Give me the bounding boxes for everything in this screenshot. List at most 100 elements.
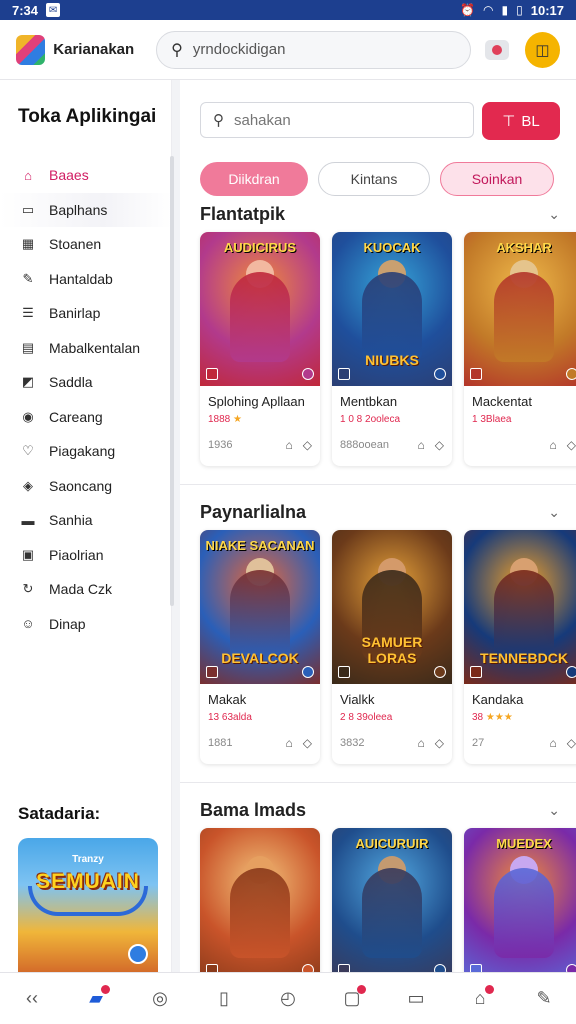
- app-card-rating: 1 0 8 2ooleca: [340, 414, 401, 425]
- app-card[interactable]: AKSHAR Mackentat 1 3Blaea ⌂ ◇: [464, 232, 576, 466]
- art-subtitle: DEVALCOK: [221, 650, 299, 666]
- section-header[interactable]: Paynarlialna ⌄: [200, 502, 560, 523]
- badge-icon: [566, 368, 576, 380]
- app-card-meta: 38 ★★★: [472, 712, 513, 723]
- app-card[interactable]: SAMUER LORAS Vialkk 2 8 39oleea 3832 ⌂ ◇: [332, 530, 452, 764]
- featured-label: Satadaria:: [18, 804, 101, 823]
- chevron-down-icon[interactable]: ⌄: [548, 206, 560, 223]
- edit-icon[interactable]: ✎: [512, 973, 576, 1024]
- app-logo[interactable]: [16, 34, 46, 65]
- chip-3[interactable]: Soinkan: [440, 162, 554, 196]
- sidebar-item[interactable]: ☰ Banirlap: [0, 296, 172, 331]
- app-header: Karianakan ⚲ ◫: [0, 20, 576, 80]
- sidebar-item[interactable]: ◈ Saoncang: [0, 469, 172, 504]
- share-icon[interactable]: ◇: [435, 438, 444, 452]
- sidebar-item[interactable]: ☺ Dinap: [0, 607, 172, 642]
- app-card-artwork: AKSHAR: [464, 232, 576, 386]
- chevron-down-icon[interactable]: ⌄: [548, 504, 560, 521]
- featured-card[interactable]: Tranzy SEMUAIN: [18, 838, 158, 972]
- chip-2[interactable]: Kintans: [318, 162, 430, 196]
- filter-chips: Diikdran Kintans Soinkan: [200, 162, 554, 196]
- share-icon[interactable]: ◇: [303, 736, 312, 750]
- download-icon[interactable]: ⌂: [418, 438, 425, 452]
- sidebar-item[interactable]: ⌂ Baaes: [0, 158, 172, 193]
- share-icon[interactable]: ◇: [303, 438, 312, 452]
- app-card-artwork: KUOCAK NIUBKS: [332, 232, 452, 386]
- art-character: [494, 570, 554, 660]
- app-section: Bama lmads ⌄ ⌂◇AUICURUIR ⌂◇MUEDEX ⌂◇: [180, 800, 576, 972]
- top-search-bar[interactable]: ⚲: [156, 30, 472, 69]
- compass-icon[interactable]: ◴: [256, 973, 320, 1024]
- badge-icon: [206, 964, 218, 972]
- inbox-icon[interactable]: ▰: [64, 973, 128, 1024]
- sidebar-item[interactable]: ▭ Baplhans: [0, 192, 172, 227]
- main-search-input[interactable]: [234, 111, 444, 129]
- sidebar-item-label: Mada Czk: [49, 581, 113, 598]
- app-card-count: 1936: [208, 439, 233, 451]
- app-card-rating: 2 8 39oleea: [340, 712, 393, 723]
- back-icon[interactable]: ‹‹: [0, 973, 64, 1024]
- badge-icon: [434, 666, 446, 678]
- card-row: ⌂◇AUICURUIR ⌂◇MUEDEX ⌂◇: [200, 828, 576, 972]
- app-card[interactable]: ⌂◇: [200, 828, 320, 972]
- art-title: AUDICIRUS: [223, 240, 297, 255]
- phone-icon[interactable]: ▯: [192, 973, 256, 1024]
- basketball-icon[interactable]: ◎: [128, 973, 192, 1024]
- sidebar-item[interactable]: ▬ Sanhia: [0, 503, 172, 538]
- chip-1[interactable]: Diikdran: [200, 162, 308, 196]
- sidebar-scrollbar[interactable]: [170, 156, 174, 606]
- badge-icon: [206, 666, 218, 678]
- sidebar-item-label: Piaolrian: [49, 546, 104, 563]
- download-icon[interactable]: ⌂: [418, 736, 425, 750]
- share-icon[interactable]: ◇: [567, 736, 576, 750]
- section-header[interactable]: Bama lmads ⌄: [200, 800, 560, 821]
- app-card[interactable]: MUEDEX ⌂◇: [464, 828, 576, 972]
- sidebar-item[interactable]: ◉ Careang: [0, 400, 172, 435]
- download-icon[interactable]: ⌂: [550, 736, 557, 750]
- status-icons: ⏰ ◠ ▮ ▯ 10:17: [460, 3, 564, 18]
- download-icon[interactable]: ⌂: [286, 438, 293, 452]
- app-card-footer: 1881 ⌂ ◇: [208, 736, 312, 750]
- chevron-down-icon[interactable]: ⌄: [548, 802, 560, 819]
- profile-button[interactable]: ◫: [524, 31, 560, 68]
- window-icon[interactable]: ▭: [384, 973, 448, 1024]
- card-row: NIAKE SACANAN DEVALCOK Makak 13 63alda 1881…: [200, 530, 576, 764]
- art-character: [230, 868, 290, 958]
- smile-icon: ☺: [21, 616, 35, 632]
- app-card[interactable]: AUDICIRUS Splohing Apllaan 1888 ★ 1936 ⌂ ◇: [200, 232, 320, 466]
- sidebar-item[interactable]: ◩ Saddla: [0, 365, 172, 400]
- top-search-input[interactable]: [192, 41, 443, 58]
- app-card[interactable]: NIAKE SACANAN DEVALCOK Makak 13 63alda 1881…: [200, 530, 320, 764]
- search-icon: ⚲: [171, 41, 183, 59]
- share-icon[interactable]: ◇: [435, 736, 444, 750]
- section-title: Bama lmads: [200, 800, 307, 820]
- notification-icon[interactable]: ▢: [320, 973, 384, 1024]
- play-icon[interactable]: [128, 944, 148, 964]
- share-icon[interactable]: ◇: [567, 438, 576, 452]
- section-header[interactable]: Flantatpik ⌄: [200, 204, 560, 225]
- badge-icon: [470, 368, 482, 380]
- app-card[interactable]: AUICURUIR ⌂◇: [332, 828, 452, 972]
- sidebar-item[interactable]: ▣ Piaolrian: [0, 538, 172, 573]
- download-icon[interactable]: ⌂: [550, 438, 557, 452]
- status-bar: 7:34 ✉ ⏰ ◠ ▮ ▯ 10:17: [0, 0, 576, 20]
- sidebar-item[interactable]: ▦ Stoanen: [0, 227, 172, 262]
- featured-card-arc: [28, 886, 148, 916]
- sidebar-item[interactable]: ↻ Mada Czk: [0, 572, 172, 607]
- sidebar-item[interactable]: ♡ Piagakang: [0, 434, 172, 469]
- camera-button[interactable]: [485, 39, 509, 60]
- wifi-icon: ◠: [483, 3, 494, 17]
- app-card-title: Splohing Apllaan: [208, 394, 305, 409]
- download-icon[interactable]: ⌂: [286, 736, 293, 750]
- shop-icon[interactable]: ⌂: [448, 973, 512, 1024]
- sidebar-item[interactable]: ▤ Mabalkentalan: [0, 331, 172, 366]
- filter-button[interactable]: ⊤ BL: [482, 102, 560, 140]
- nav-glyph: ▭: [407, 988, 425, 1008]
- badge-icon: [206, 368, 218, 380]
- app-section: Paynarlialna ⌄ NIAKE SACANAN DEVALCOK Makak 1…: [180, 502, 576, 764]
- sidebar-item[interactable]: ✎ Hantaldab: [0, 262, 172, 297]
- section-divider: [180, 484, 576, 485]
- app-card[interactable]: KUOCAK NIUBKS Mentbkan 1 0 8 2ooleca 888ooe…: [332, 232, 452, 466]
- app-card[interactable]: TENNEBDCK Kandaka 38 ★★★ 27 ⌂ ◇: [464, 530, 576, 764]
- main-search-bar[interactable]: ⚲: [200, 102, 474, 138]
